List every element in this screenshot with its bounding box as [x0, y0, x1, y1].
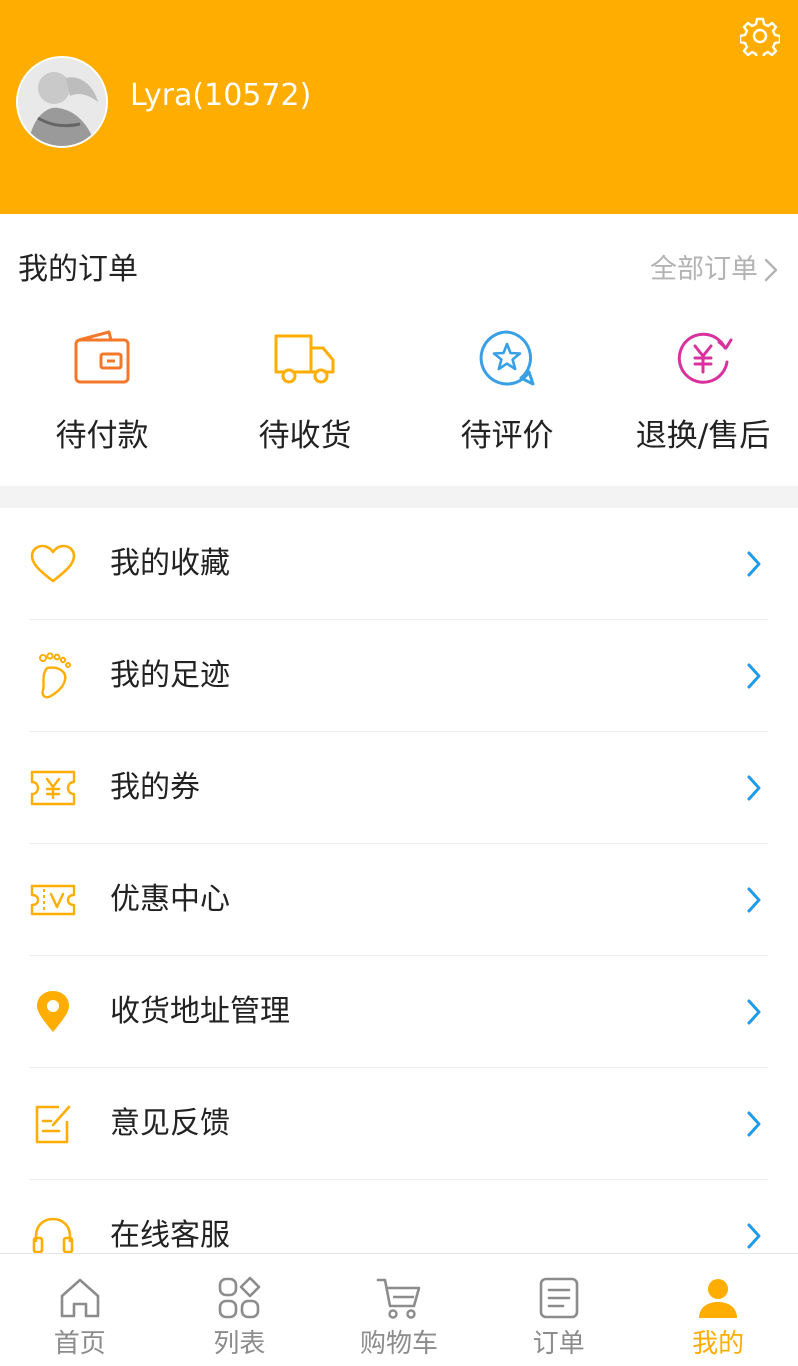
- order-list-icon: [539, 1277, 578, 1319]
- chevron-right-icon: [747, 663, 761, 689]
- user-icon: [699, 1279, 738, 1318]
- menu-item-coupons[interactable]: 我的券: [0, 732, 798, 844]
- menu-item-label: 优惠中心: [110, 882, 230, 917]
- tab-cart[interactable]: 购物车: [319, 1254, 479, 1366]
- menu-item-label: 我的券: [110, 770, 200, 805]
- tab-label: 购物车: [359, 1329, 438, 1359]
- order-refund[interactable]: 退换/售后: [608, 326, 798, 466]
- cart-icon: [376, 1278, 421, 1319]
- chevron-right-icon: [747, 551, 761, 577]
- location-pin-icon: [37, 991, 69, 1032]
- home-icon: [60, 1278, 100, 1318]
- chevron-right-icon: [747, 999, 761, 1025]
- avatar-image: [18, 58, 106, 146]
- avatar[interactable]: [16, 56, 108, 148]
- all-orders-link[interactable]: 全部订单: [650, 252, 778, 288]
- tab-orders[interactable]: 订单: [479, 1254, 639, 1366]
- settings-button[interactable]: [738, 14, 782, 58]
- orders-section: 我的订单 全部订单 待付款 待收货 待评价 退换/售后: [0, 214, 798, 486]
- heart-icon: [30, 544, 76, 583]
- order-item-label: 待评价: [460, 418, 554, 454]
- menu-item-discount-center[interactable]: 优惠中心: [0, 844, 798, 956]
- section-divider: [0, 486, 798, 508]
- feedback-icon: [35, 1105, 71, 1144]
- order-item-label: 待付款: [55, 418, 149, 454]
- tab-label: 订单: [532, 1329, 585, 1359]
- tab-label: 我的: [692, 1329, 745, 1359]
- chevron-right-icon: [747, 775, 761, 801]
- chevron-right-icon: [747, 887, 761, 913]
- tab-me[interactable]: 我的: [638, 1254, 798, 1366]
- menu-item-label: 在线客服: [110, 1218, 230, 1253]
- yen-refund-icon: [677, 332, 733, 384]
- menu-item-favorites[interactable]: 我的收藏: [0, 508, 798, 620]
- order-pending-delivery[interactable]: 待收货: [204, 326, 406, 466]
- menu-item-label: 我的收藏: [110, 546, 230, 581]
- order-item-label: 待收货: [258, 418, 352, 454]
- order-pending-review[interactable]: 待评价: [406, 326, 608, 466]
- headset-icon: [32, 1217, 74, 1254]
- menu-item-label: 意见反馈: [110, 1106, 230, 1141]
- order-item-label: 退换/售后: [635, 418, 771, 454]
- tab-list[interactable]: 列表: [160, 1254, 320, 1366]
- all-orders-label: 全部订单: [650, 254, 758, 285]
- username: Lyra(10572): [130, 78, 312, 113]
- bottom-tab-bar: 首页 列表 购物车 订单 我的: [0, 1253, 798, 1366]
- footprint-icon: [39, 652, 71, 699]
- order-pending-payment[interactable]: 待付款: [0, 326, 204, 466]
- orders-title: 我的订单: [18, 252, 138, 287]
- gear-icon: [740, 17, 780, 56]
- chevron-right-icon: [747, 1223, 761, 1249]
- menu-list: 我的收藏 我的足迹 我的券 优惠中心 收货地址管理 意见反馈 在线客服: [0, 508, 798, 1292]
- menu-item-label: 我的足迹: [110, 658, 230, 693]
- menu-item-label: 收货地址管理: [110, 994, 290, 1029]
- menu-item-footprints[interactable]: 我的足迹: [0, 620, 798, 732]
- menu-item-address[interactable]: 收货地址管理: [0, 956, 798, 1068]
- chevron-right-icon: [747, 1111, 761, 1137]
- coupon-icon: [30, 770, 76, 806]
- star-chat-icon: [479, 330, 535, 386]
- grid-icon: [219, 1276, 261, 1319]
- tab-label: 首页: [53, 1329, 106, 1359]
- wallet-icon: [74, 330, 130, 384]
- profile-header: Lyra(10572): [0, 0, 798, 214]
- tab-home[interactable]: 首页: [0, 1254, 160, 1366]
- tab-label: 列表: [213, 1329, 266, 1359]
- voucher-icon: [30, 884, 76, 916]
- chevron-right-icon: [764, 258, 778, 282]
- menu-item-feedback[interactable]: 意见反馈: [0, 1068, 798, 1180]
- truck-icon: [274, 334, 335, 384]
